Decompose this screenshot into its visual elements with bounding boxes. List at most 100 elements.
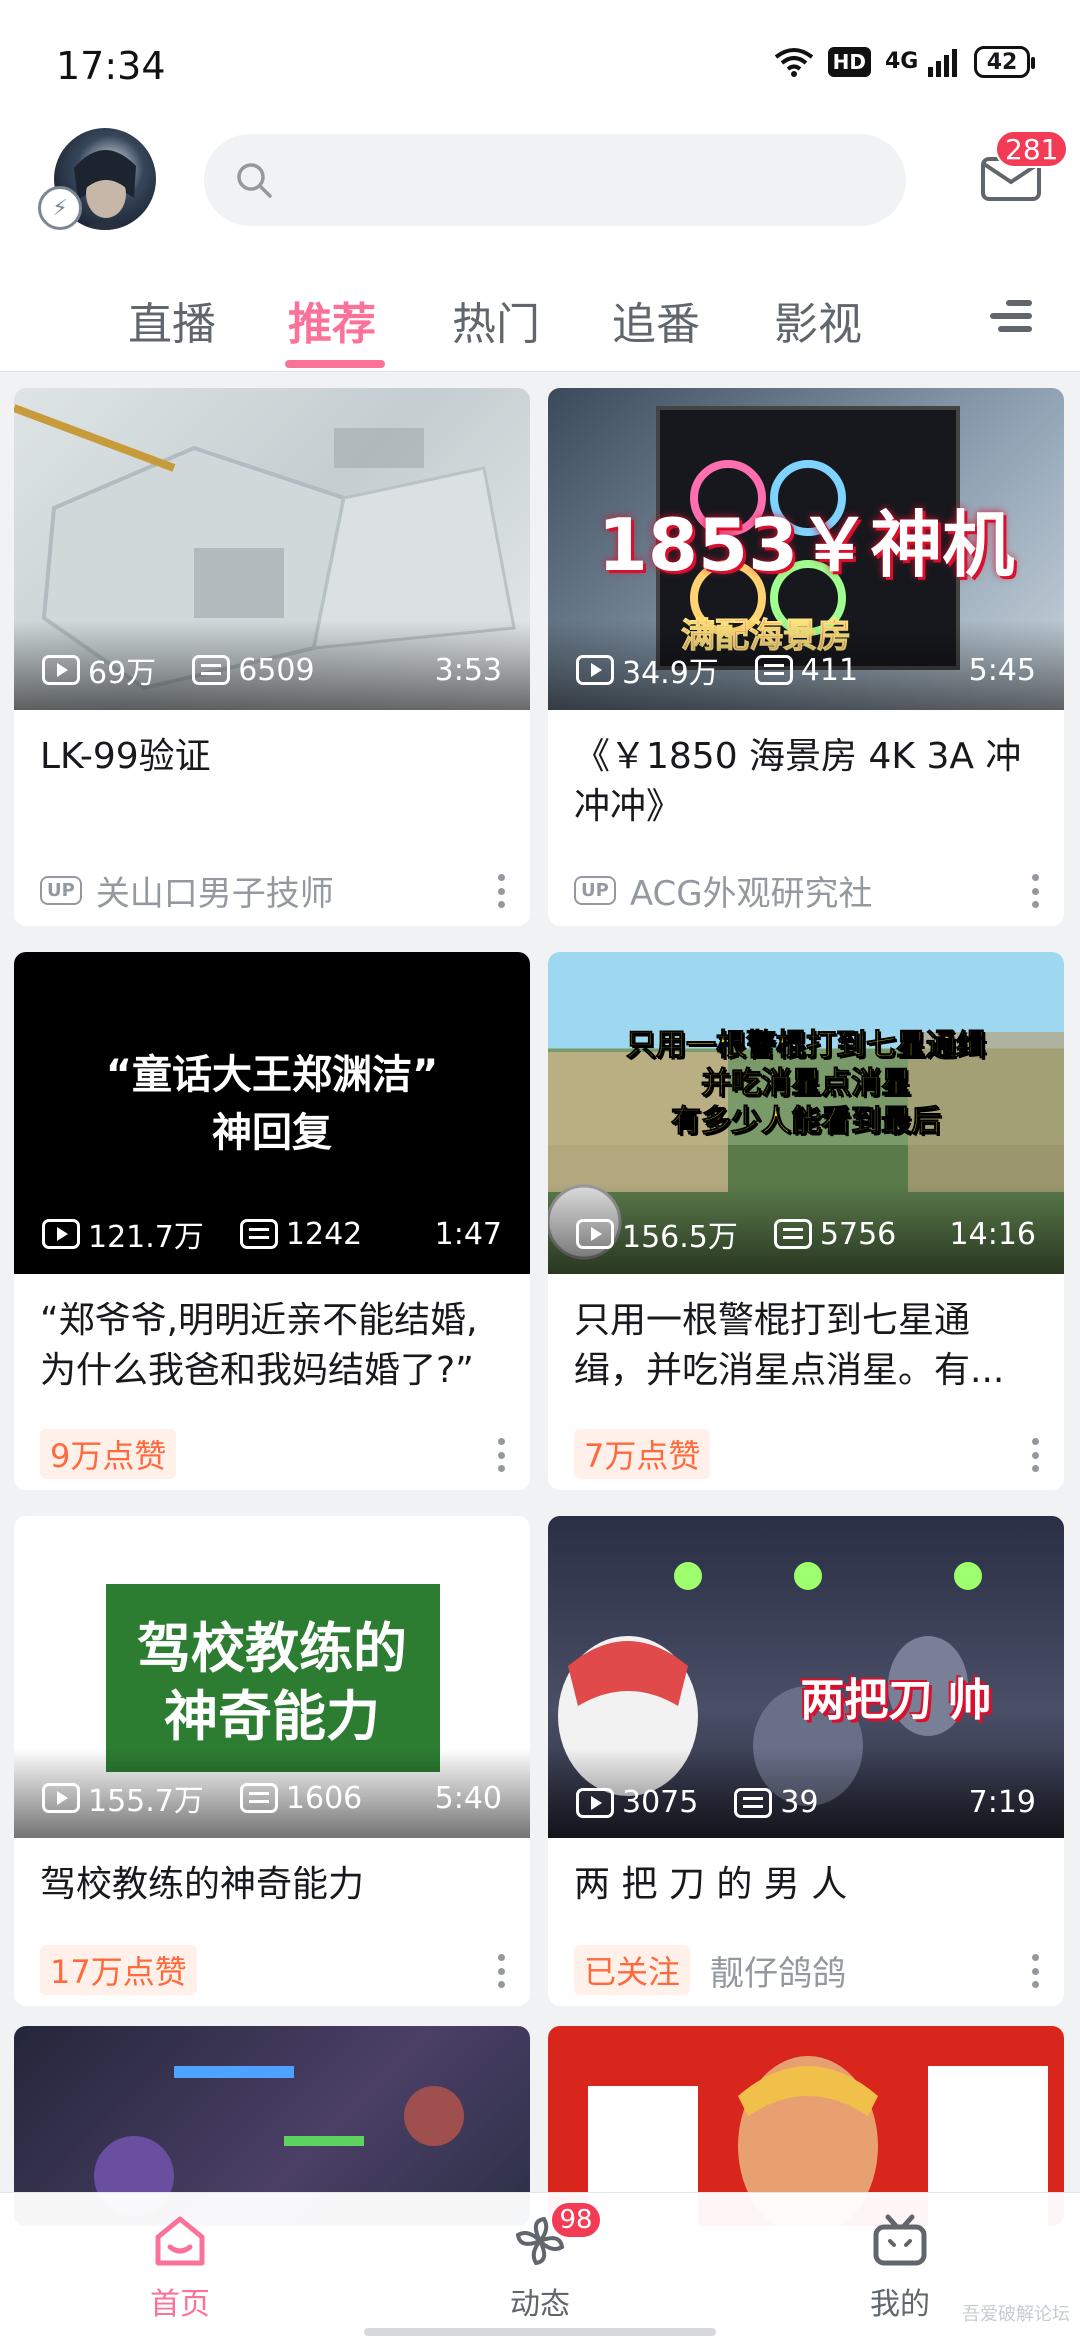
status-time: 17:34 bbox=[56, 44, 166, 88]
like-count-tag: 17万点赞 bbox=[40, 1945, 197, 1995]
search-icon bbox=[237, 163, 272, 198]
tab-movies[interactable]: 影视 bbox=[774, 288, 862, 352]
uploader-name[interactable]: 靓仔鸽鸽 bbox=[710, 1946, 846, 1995]
tab-bar: 直播 推荐 热门 追番 影视 bbox=[0, 270, 1080, 370]
video-meta: 已关注 靓仔鸽鸽 bbox=[548, 1934, 1064, 2006]
video-thumbnail[interactable]: 只用一根警棍打到七星通缉 并吃消星点消星 有多少人能看到最后 156.5万 57… bbox=[548, 952, 1064, 1274]
uploader-name[interactable]: ACG外观研究社 bbox=[630, 866, 873, 915]
video-thumbnail[interactable]: “童话大王郑渊洁” 神回复 121.7万 1242 1:47 bbox=[14, 952, 530, 1274]
play-count-icon bbox=[42, 1219, 80, 1249]
tab-bangumi[interactable]: 追番 bbox=[612, 288, 700, 352]
signal-icon: 4G bbox=[885, 47, 960, 77]
status-icons: HD 4G 42 bbox=[774, 46, 1035, 78]
home-indicator[interactable] bbox=[364, 2328, 716, 2336]
thumbnail-caption-line1: 两把刀 帅 bbox=[800, 1675, 992, 1726]
nav-dynamics-label: 动态 bbox=[510, 2287, 570, 2322]
followed-tag: 已关注 bbox=[574, 1945, 691, 1995]
uploader-name[interactable]: 关山口男子技师 bbox=[96, 866, 334, 915]
video-card[interactable]: 1853￥神机 满配海景房 34.9万 411 5:45 《￥1850 海景房 … bbox=[548, 388, 1064, 926]
battery-icon: 42 bbox=[974, 46, 1035, 78]
video-card[interactable]: “童话大王郑渊洁” 神回复 121.7万 1242 1:47 “郑爷爷,明明近亲… bbox=[14, 952, 530, 1490]
danmaku-icon bbox=[239, 1219, 278, 1249]
search-input[interactable] bbox=[290, 160, 850, 200]
video-thumbnail[interactable]: 驾校教练的 神奇能力 155.7万 1606 5:40 bbox=[14, 1516, 530, 1838]
watermark: 吾爱破解论坛 bbox=[962, 2304, 1070, 2325]
active-tab-indicator bbox=[285, 360, 385, 368]
video-stats: 3075 39 7:19 bbox=[548, 1785, 1064, 1820]
more-options-icon[interactable] bbox=[498, 1438, 506, 1472]
video-title[interactable]: 《￥1850 海景房 4K 3A 冲冲冲》 bbox=[548, 710, 1064, 854]
video-duration: 5:45 bbox=[968, 652, 1036, 688]
video-stats: 156.5万 5756 14:16 bbox=[548, 1212, 1064, 1256]
more-options-icon[interactable] bbox=[1032, 874, 1040, 908]
video-thumbnail[interactable]: 69万 6509 3:53 bbox=[14, 388, 530, 710]
nav-home-label: 首页 bbox=[150, 2287, 210, 2322]
tab-recommend[interactable]: 推荐 bbox=[288, 288, 376, 352]
video-stats: 121.7万 1242 1:47 bbox=[14, 1212, 530, 1256]
video-title[interactable]: LK-99验证 bbox=[14, 710, 530, 854]
danmaku-icon bbox=[754, 655, 793, 685]
more-options-icon[interactable] bbox=[498, 874, 506, 908]
channel-menu-icon[interactable] bbox=[990, 294, 1034, 338]
video-title[interactable]: 驾校教练的神奇能力 bbox=[14, 1838, 530, 1934]
like-count-tag: 7万点赞 bbox=[574, 1429, 711, 1479]
battery-level: 42 bbox=[986, 49, 1018, 75]
more-options-icon[interactable] bbox=[1032, 1438, 1040, 1472]
wifi-icon bbox=[774, 48, 813, 77]
play-count-icon bbox=[576, 655, 614, 685]
video-thumbnail[interactable]: 1853￥神机 满配海景房 34.9万 411 5:45 bbox=[548, 388, 1064, 710]
nav-home[interactable]: 首页 bbox=[100, 2213, 260, 2323]
tv-icon bbox=[873, 2214, 927, 2266]
play-count-icon bbox=[42, 1783, 80, 1813]
video-title[interactable]: 两 把 刀 的 男 人 bbox=[548, 1838, 1064, 1934]
view-count: 121.7万 bbox=[88, 1220, 204, 1255]
view-count: 155.7万 bbox=[88, 1784, 204, 1819]
danmaku-count: 5756 bbox=[819, 1216, 897, 1252]
video-card[interactable]: 驾校教练的 神奇能力 155.7万 1606 5:40 驾校教练的神奇能力 17… bbox=[14, 1516, 530, 2006]
play-count-icon bbox=[576, 1219, 614, 1249]
thumbnail-caption-line2: 神回复 bbox=[212, 1110, 332, 1156]
video-duration: 5:40 bbox=[434, 1780, 502, 1816]
like-count-tag: 9万点赞 bbox=[40, 1429, 177, 1479]
video-duration: 1:47 bbox=[434, 1216, 502, 1252]
video-thumbnail[interactable]: 两把刀 帅 3075 39 7:19 bbox=[548, 1516, 1064, 1838]
tab-live[interactable]: 直播 bbox=[128, 288, 216, 352]
nav-mine[interactable]: 我的 bbox=[820, 2213, 980, 2323]
hd-icon: HD bbox=[827, 47, 871, 77]
video-duration: 3:53 bbox=[434, 652, 502, 688]
play-count-icon bbox=[576, 1787, 614, 1818]
video-card[interactable]: 只用一根警棍打到七星通缉 并吃消星点消星 有多少人能看到最后 156.5万 57… bbox=[548, 952, 1064, 1490]
video-stats: 69万 6509 3:53 bbox=[14, 648, 530, 692]
danmaku-count: 39 bbox=[780, 1785, 819, 1820]
video-meta: UP 关山口男子技师 bbox=[14, 854, 530, 926]
video-title[interactable]: “郑爷爷,明明近亲不能结婚,为什么我爸和我妈结婚了?” bbox=[14, 1274, 530, 1418]
video-meta: UP ACG外观研究社 bbox=[548, 854, 1064, 926]
thumbnail-caption-big: 1853￥神机 bbox=[597, 503, 1015, 587]
danmaku-count: 1242 bbox=[285, 1216, 363, 1252]
danmaku-icon bbox=[734, 1787, 773, 1818]
more-options-icon[interactable] bbox=[1032, 1954, 1040, 1988]
search-bar[interactable] bbox=[204, 134, 906, 226]
video-meta: 17万点赞 bbox=[14, 1934, 530, 2006]
danmaku-icon bbox=[192, 655, 231, 685]
mail-badge: 281 bbox=[995, 130, 1069, 168]
live-badge-icon[interactable]: ⚡ bbox=[38, 186, 82, 230]
dynamics-badge: 98 bbox=[550, 2201, 602, 2239]
nav-mine-label: 我的 bbox=[870, 2287, 930, 2322]
thumbnail-caption-line1: “童话大王郑渊洁” bbox=[105, 1052, 439, 1098]
video-card[interactable]: 69万 6509 3:53 LK-99验证 UP 关山口男子技师 bbox=[14, 388, 530, 926]
thumbnail-caption-line2: 神奇能力 bbox=[164, 1685, 380, 1748]
thumbnail-caption-line3: 有多少人能看到最后 bbox=[671, 1104, 942, 1140]
danmaku-icon bbox=[773, 1219, 812, 1249]
up-badge: UP bbox=[40, 875, 82, 905]
tab-hot[interactable]: 热门 bbox=[452, 288, 540, 352]
status-bar: 17:34 HD 4G 42 bbox=[0, 0, 1080, 120]
video-card[interactable]: 两把刀 帅 3075 39 7:19 两 把 刀 的 男 人 已关注 靓仔鸽鸽 bbox=[548, 1516, 1064, 2006]
play-count-icon bbox=[42, 655, 80, 685]
view-count: 156.5万 bbox=[622, 1220, 738, 1255]
danmaku-count: 1606 bbox=[285, 1780, 363, 1816]
video-duration: 14:16 bbox=[949, 1216, 1036, 1252]
view-count: 34.9万 bbox=[622, 656, 719, 691]
video-title[interactable]: 只用一根警棍打到七星通缉，并吃消星点消星。有... bbox=[548, 1274, 1064, 1418]
more-options-icon[interactable] bbox=[498, 1954, 506, 1988]
